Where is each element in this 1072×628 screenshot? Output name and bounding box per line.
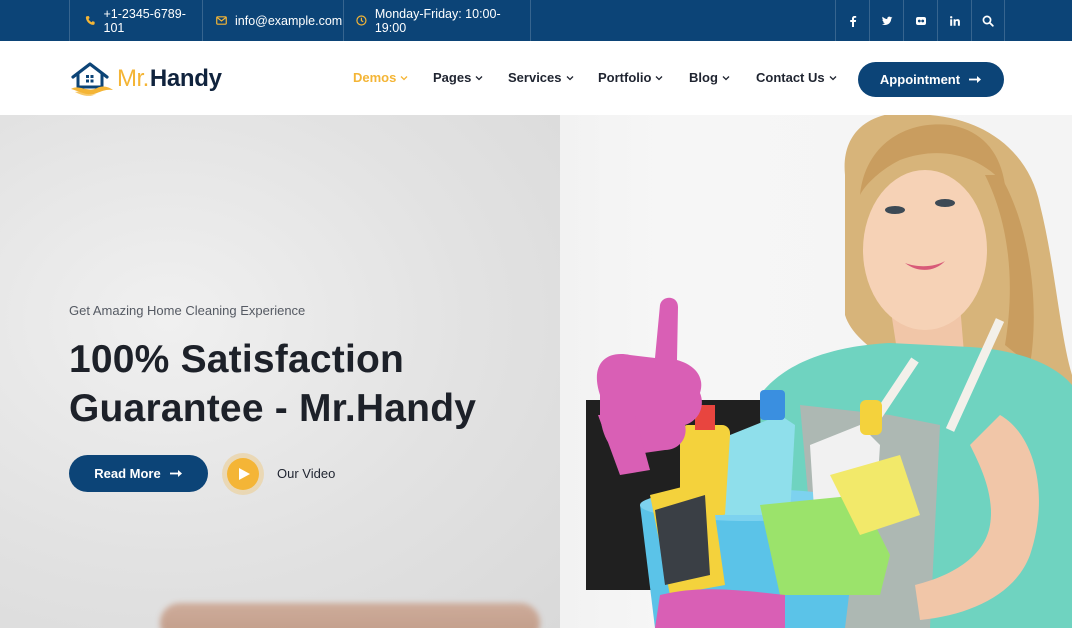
- hero-headline-line-1: 100% Satisfaction: [69, 338, 405, 381]
- nav-label: Pages: [433, 70, 472, 85]
- read-more-button[interactable]: Read More: [69, 455, 208, 492]
- facebook-icon: [849, 15, 856, 27]
- read-more-label: Read More: [94, 466, 161, 481]
- flickr-link[interactable]: [903, 0, 937, 41]
- nav-label: Contact Us: [756, 70, 825, 85]
- top-info-bar: +1-2345-6789-101 info@example.com Monday…: [0, 0, 1072, 41]
- nav-item-services[interactable]: Services: [508, 70, 574, 85]
- email-contact[interactable]: info@example.com: [203, 0, 344, 41]
- linkedin-link[interactable]: [937, 0, 971, 41]
- phone-icon: [85, 16, 95, 25]
- nav-label: Blog: [689, 70, 718, 85]
- hero-background-couch: [160, 603, 540, 628]
- search-button[interactable]: [971, 0, 1005, 41]
- nav-item-portfolio[interactable]: Portfolio: [598, 70, 663, 85]
- phone-text: +1-2345-6789-101: [103, 6, 186, 35]
- nav-item-demos[interactable]: Demos: [353, 70, 408, 85]
- hours-text: Monday-Friday: 10:00-19:00: [374, 6, 501, 35]
- clock-icon: [356, 15, 367, 26]
- cleaning-woman-photo: [596, 115, 1072, 628]
- nav-item-pages[interactable]: Pages: [433, 70, 483, 85]
- hero-section: Get Amazing Home Cleaning Experience 100…: [0, 115, 1072, 628]
- arrow-right-icon: [169, 470, 182, 477]
- chevron-down-icon: [475, 75, 483, 80]
- twitter-link[interactable]: [869, 0, 903, 41]
- arrow-right-icon: [969, 76, 982, 83]
- envelope-icon: [216, 16, 227, 25]
- logo-text-handy: Handy: [149, 65, 222, 92]
- chevron-down-icon: [722, 75, 730, 80]
- phone-contact[interactable]: +1-2345-6789-101: [69, 0, 203, 41]
- appointment-button[interactable]: Appointment: [858, 62, 1004, 97]
- play-icon: [238, 468, 250, 480]
- appointment-label: Appointment: [879, 72, 961, 87]
- logo-text-mr: Mr.: [117, 65, 149, 92]
- twitter-icon: [881, 16, 892, 25]
- hero-headline-line-2: Guarantee - Mr.Handy: [69, 387, 477, 430]
- site-logo[interactable]: Mr. Handy: [69, 59, 222, 99]
- chevron-down-icon: [829, 75, 837, 80]
- play-video-button[interactable]: [222, 453, 264, 495]
- chevron-down-icon: [566, 75, 573, 80]
- flickr-icon: [915, 16, 926, 25]
- chevron-down-icon: [655, 75, 663, 80]
- facebook-link[interactable]: [835, 0, 869, 41]
- nav-label: Services: [508, 70, 562, 85]
- nav-item-contact-us[interactable]: Contact Us: [756, 70, 837, 85]
- hero-headline: 100% Satisfaction Guarantee - Mr.Handy: [69, 335, 539, 433]
- main-header: Mr. Handy Demos Pages Services Portfolio…: [0, 41, 1072, 115]
- nav-label: Portfolio: [598, 70, 652, 85]
- search-icon: [982, 15, 994, 27]
- our-video-link[interactable]: Our Video: [277, 466, 335, 481]
- play-button-circle: [227, 458, 259, 490]
- house-logo-icon: [71, 62, 113, 96]
- hero-eyebrow: Get Amazing Home Cleaning Experience: [69, 303, 306, 318]
- chevron-down-icon: [400, 75, 408, 80]
- nav-label: Demos: [353, 70, 397, 85]
- nav-item-blog[interactable]: Blog: [689, 70, 730, 85]
- hours-info: Monday-Friday: 10:00-19:00: [344, 0, 531, 41]
- email-text: info@example.com: [235, 13, 343, 28]
- linkedin-icon: [949, 15, 960, 26]
